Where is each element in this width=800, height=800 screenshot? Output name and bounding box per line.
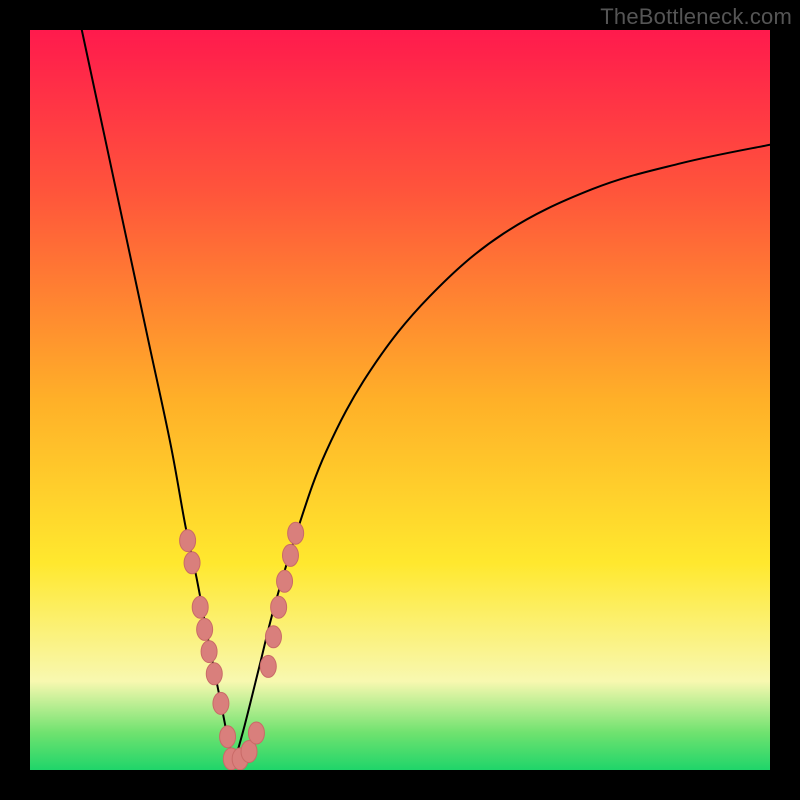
outer-black-frame: TheBottleneck.com <box>0 0 800 800</box>
background-gradient <box>30 30 770 770</box>
watermark-text: TheBottleneck.com <box>600 4 792 30</box>
plot-area <box>30 30 770 770</box>
